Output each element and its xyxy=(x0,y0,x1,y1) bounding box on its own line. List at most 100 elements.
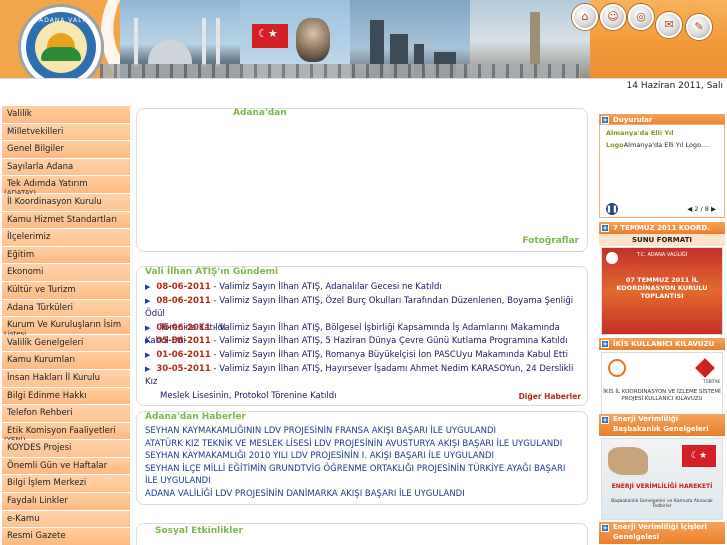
current-date: 14 Haziran 2011, Salı xyxy=(626,81,723,91)
plus-icon[interactable]: + xyxy=(601,416,609,424)
tubitak-logo-icon xyxy=(695,358,715,378)
agenda-date: 30-05-2011 xyxy=(156,364,211,374)
menu-item[interactable]: Bilgi Edinme Hakkı xyxy=(2,387,130,406)
news-item[interactable]: SEYHAN KAYMAKAMLIĞI 2010 YILI LDV PROJES… xyxy=(145,450,585,463)
menu-item[interactable]: Bilgi İşlem Merkezi xyxy=(2,475,130,494)
menu-item-label: Milletvekilleri xyxy=(7,126,64,137)
plus-icon[interactable]: + xyxy=(601,524,609,532)
announcement-item[interactable]: LogoAlmanya'da Elli Yıl Logo.... xyxy=(606,141,709,149)
home-icon[interactable]: ⌂ xyxy=(572,4,598,30)
menu-item[interactable]: Kültür ve Turizm xyxy=(2,281,130,300)
minaret xyxy=(216,18,220,66)
menu-item[interactable]: Kamu Kurumları xyxy=(2,352,130,370)
globe-icon[interactable]: ◎ xyxy=(628,4,654,30)
mail-icon[interactable]: ✉ xyxy=(656,12,682,38)
banner3-text: ENERJİ VERİMLİLİĞİ HAREKETİ xyxy=(611,483,713,490)
menu-item[interactable]: KOYDES Projesi xyxy=(2,440,130,458)
energy-efficiency-banner[interactable]: ☾★ ENERJİ VERİMLİLİĞİ HAREKETİ Başbakanl… xyxy=(601,438,723,520)
arrow-icon: ▶ xyxy=(145,337,151,345)
menu-item[interactable]: Valilik xyxy=(2,106,130,124)
pause-icon[interactable]: ❚❚ xyxy=(606,203,618,215)
menu-item[interactable]: Resmi Gazete xyxy=(2,528,130,545)
social-events-title: Sosyal Etkinlikler xyxy=(155,526,243,536)
news-item[interactable]: SEYHAN KAYMAKAMLIĞININ LDV PROJESİNİN FR… xyxy=(145,425,585,438)
social-events-box: Sosyal Etkinlikler xyxy=(136,523,588,545)
banner1-header[interactable]: +7 TEMMUZ 2011 KOORD. xyxy=(599,222,725,234)
coordination-meeting-banner[interactable]: T.C. ADANA VALİLİĞİ 07 TEMMUZ 2011 İL KO… xyxy=(601,247,723,335)
agenda-item[interactable]: ▶ 08-06-2011 - Valimiz Sayın İlhan ATIŞ, … xyxy=(145,281,585,294)
agenda-item[interactable]: ▶ 05-06-2011 - Valimiz Sayın İlhan ATIŞ, … xyxy=(145,335,585,348)
menu-item-label: Resmi Gazete xyxy=(7,531,66,542)
menu-item[interactable]: Eğitim xyxy=(2,246,130,265)
banner1-subheader: SUNU FORMATI xyxy=(599,234,725,246)
page: T.C. ADANA VALİLİĞİ ☾★ ⌂ ☺ ◎ ✉ ✎ 14 Hazi… xyxy=(0,0,727,545)
announcement-item-a: Almanya'da xyxy=(606,129,649,137)
news-title: Adana'dan Haberler xyxy=(145,412,246,422)
menu-item[interactable]: İnsan Hakları İl Kurulu xyxy=(2,369,130,388)
banner2-logo-text: TÜBİTAK xyxy=(703,379,720,384)
menu-item-label: e-Kamu xyxy=(7,513,40,524)
menu-item[interactable]: Sayılarla Adana xyxy=(2,158,130,177)
announcement-item-b: Elli Yıl xyxy=(648,129,674,137)
menu-item-label: Kamu Hizmet Standartları xyxy=(7,214,117,225)
arrow-icon: ▶ xyxy=(145,324,151,332)
menu-item[interactable]: Genel Bilgiler xyxy=(2,141,130,159)
banner4-header[interactable]: + Enerji Verimliliği İçişleri Genelgelesi xyxy=(599,522,725,544)
agenda-item[interactable]: ▶ 01-06-2011 - Valimiz Sayın İlhan ATIŞ, … xyxy=(145,349,585,362)
right-column: + Duyurular Almanya'da Elli Yıl LogoAlman… xyxy=(599,112,725,545)
menu-item-label: Eğitim xyxy=(7,249,35,260)
menu-item-label: Önemli Gün ve Haftalar xyxy=(7,460,108,471)
plus-icon[interactable]: + xyxy=(601,340,609,348)
mosque-dome xyxy=(148,40,192,64)
banner3-header[interactable]: + Enerji Verimliliği Başbakanlık Genelgel… xyxy=(599,414,725,436)
menu-item-label: Valilik xyxy=(7,109,32,119)
menu-item[interactable]: Kurum Ve Kuruluşların İsimListesi xyxy=(2,317,130,338)
adana-news-box: Adana'dan Haberler SEYHAN KAYMAKAMLIĞINI… xyxy=(136,411,588,505)
document-icon[interactable]: ✎ xyxy=(686,14,712,40)
menu-item[interactable]: Valilik Genelgeleri xyxy=(2,334,130,353)
menu-item[interactable]: Faydalı Linkler xyxy=(2,493,130,511)
ikis-guide-banner[interactable]: TÜBİTAK İKİS İL KOORDİNASYON VE İZLEME S… xyxy=(601,352,723,420)
news-item[interactable]: SEYHAN İLÇE MİLLİ EĞİTİMİN GRUNDTVİG ÖĞR… xyxy=(145,463,585,476)
agenda-text: - Valimiz Sayın İlhan ATIŞ, Romanya Büyü… xyxy=(210,350,568,360)
plus-icon[interactable]: + xyxy=(601,224,609,232)
news-item[interactable]: ADANA VALİLİĞİ LDV PROJESİNİN DANİMARKA … xyxy=(145,488,585,501)
menu-item[interactable]: Tek Adımda Yatırım(ADATAY) xyxy=(2,176,130,197)
site-header: T.C. ADANA VALİLİĞİ ☾★ ⌂ ☺ ◎ ✉ ✎ 14 Hazi… xyxy=(0,0,727,95)
logo-text: T.C. ADANA VALİLİĞİ xyxy=(21,17,101,24)
menu-item[interactable]: Adana Türküleri xyxy=(2,299,130,318)
menu-item-label: Adana Türküleri xyxy=(7,302,73,313)
announcements-title: Duyurular xyxy=(613,116,653,124)
announcement-item-b: Almanya'da Elli Yıl Logo.... xyxy=(623,141,710,149)
arrow-icon: ▶ xyxy=(145,297,151,305)
menu-item[interactable]: Etik Komisyon Faaliyetleri(YENİ) xyxy=(2,422,130,444)
main-content: Adana'dan Fotoğraflar Vali İlhan ATIŞ'ın… xyxy=(134,98,594,545)
banner2-header[interactable]: + İKİS KULLANICI KILAVUZU xyxy=(599,338,725,350)
menu-item[interactable]: İl Koordinasyon Kurulu xyxy=(2,193,130,212)
valilik-logo-icon xyxy=(608,359,626,377)
menu-item[interactable]: Ekonomi xyxy=(2,264,130,282)
banner1-text: 07 TEMMUZ 2011 İL KOORDİNASYON KURULU TO… xyxy=(616,276,708,300)
announcement-item[interactable]: Almanya'da Elli Yıl xyxy=(606,129,674,137)
menu-item[interactable]: İlçelerimiz xyxy=(2,229,130,247)
banner1-sub: SUNU FORMATI xyxy=(631,236,693,244)
stone-bridge-image xyxy=(100,64,580,78)
menu-item-label: Ekonomi xyxy=(7,267,44,278)
plus-icon[interactable]: + xyxy=(601,116,609,124)
adana-box-title: Adana'dan xyxy=(233,108,287,118)
banner3-title: Enerji Verimliliği Başbakanlık Genelgele… xyxy=(613,415,709,433)
news-item[interactable]: İLE UYGULANDI xyxy=(145,475,585,488)
menu-item-label: Bilgi İşlem Merkezi xyxy=(7,478,87,489)
menu-item[interactable]: Telefon Rehberi xyxy=(2,405,130,423)
menu-item[interactable]: Önemli Gün ve Haftalar xyxy=(2,457,130,476)
adana-photo-box: Adana'dan Fotoğraflar xyxy=(136,108,588,252)
menu-item[interactable]: Milletvekilleri xyxy=(2,123,130,142)
more-news-link[interactable]: Diğer Haberler xyxy=(519,392,581,401)
minaret xyxy=(134,18,138,66)
photos-link[interactable]: Fotoğraflar xyxy=(522,236,579,246)
menu-item[interactable]: e-Kamu xyxy=(2,510,130,529)
news-item[interactable]: ATATÜRK KIZ TEKNİK VE MESLEK LİSESİ LDV … xyxy=(145,438,585,451)
person-icon[interactable]: ☺ xyxy=(600,4,626,30)
menu-item[interactable]: Kamu Hizmet Standartları xyxy=(2,211,130,230)
turkish-flag-image xyxy=(252,24,288,48)
